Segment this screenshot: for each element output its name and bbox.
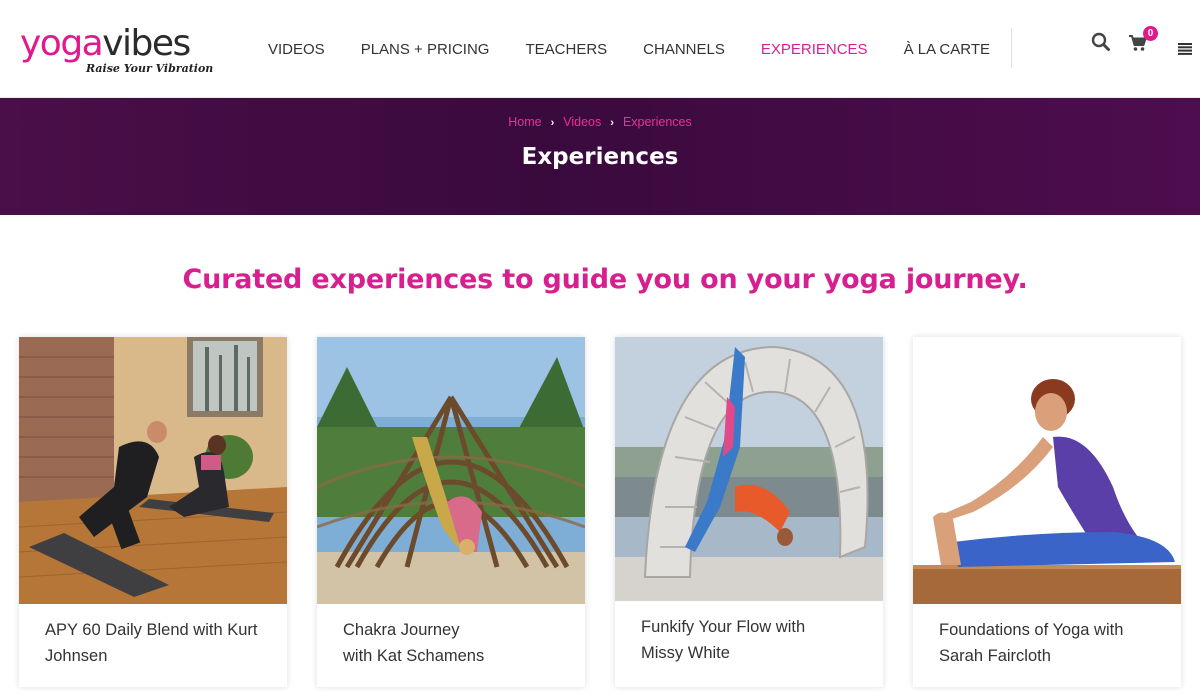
logo-vibes-text: vibes [102,23,191,64]
search-icon[interactable] [1091,32,1111,52]
card-title[interactable]: Foundations of Yoga with Sarah Faircloth [939,617,1169,669]
card-title-line: Sarah Faircloth [939,647,1051,665]
card-title-line: APY 60 Daily Blend with Kurt [45,621,258,639]
card-title[interactable]: APY 60 Daily Blend with Kurt Johnsen [45,617,275,669]
card-title-line: with Kat Schamens [343,647,485,665]
logo-wordmark: yogavibes [20,23,191,64]
card-thumbnail-apy60[interactable] [19,337,287,604]
logo-yoga-text: yoga [20,23,104,64]
experience-card-foundations-of-yoga[interactable]: Foundations of Yoga with Sarah Faircloth [913,337,1181,687]
site-header: yogavibes Raise Your Vibration VIDEOS PL… [0,0,1200,98]
site-logo[interactable]: yogavibes Raise Your Vibration [20,23,213,78]
main-nav: VIDEOS PLANS + PRICING TEACHERS CHANNELS… [268,38,1026,62]
header-divider [1011,28,1012,68]
section-headline: Curated experiences to guide you on your… [182,264,1028,295]
card-thumbnail-funkify-your-flow[interactable] [615,337,883,601]
page-banner: Home › Videos › Experiences Experiences [0,98,1200,215]
card-title-line: Johnsen [45,647,108,665]
breadcrumb: Home › Videos › Experiences [0,115,1200,129]
card-title-line: Chakra Journey [343,621,460,639]
nav-item-channels[interactable]: CHANNELS [643,38,725,62]
nav-item-experiences[interactable]: EXPERIENCES [761,38,868,62]
nav-item-plans-pricing[interactable]: PLANS + PRICING [361,38,490,62]
chevron-right-icon: › [550,117,555,129]
card-title-line: Foundations of Yoga with [939,621,1124,639]
nav-item-teachers[interactable]: TEACHERS [525,38,607,62]
breadcrumb-home[interactable]: Home [508,115,541,129]
chevron-right-icon: › [610,117,614,129]
card-title[interactable]: Chakra Journey with Kat Schamens [343,617,573,669]
breadcrumb-experiences[interactable]: Experiences [623,115,692,129]
card-title[interactable]: Funkify Your Flow with Missy White [641,614,871,666]
logo-tagline: Raise Your Vibration [86,62,214,75]
experience-card-chakra-journey[interactable]: Chakra Journey with Kat Schamens [317,337,585,687]
card-thumbnail-chakra-journey[interactable] [317,337,585,604]
nav-item-a-la-carte[interactable]: À LA CARTE [904,38,990,62]
experience-card-apy60[interactable]: APY 60 Daily Blend with Kurt Johnsen [19,337,287,687]
nav-item-videos[interactable]: VIDEOS [268,38,325,62]
page-title: Experiences [521,144,679,170]
hamburger-menu-icon[interactable] [1178,40,1192,55]
experience-card-funkify-your-flow[interactable]: Funkify Your Flow with Missy White [615,337,883,687]
card-thumbnail-foundations-of-yoga[interactable] [913,337,1181,604]
cart-count-badge: 0 [1143,26,1158,41]
breadcrumb-videos[interactable]: Videos [563,115,601,129]
card-title-line: Missy White [641,644,730,662]
card-title-line: Funkify Your Flow with [641,618,806,636]
